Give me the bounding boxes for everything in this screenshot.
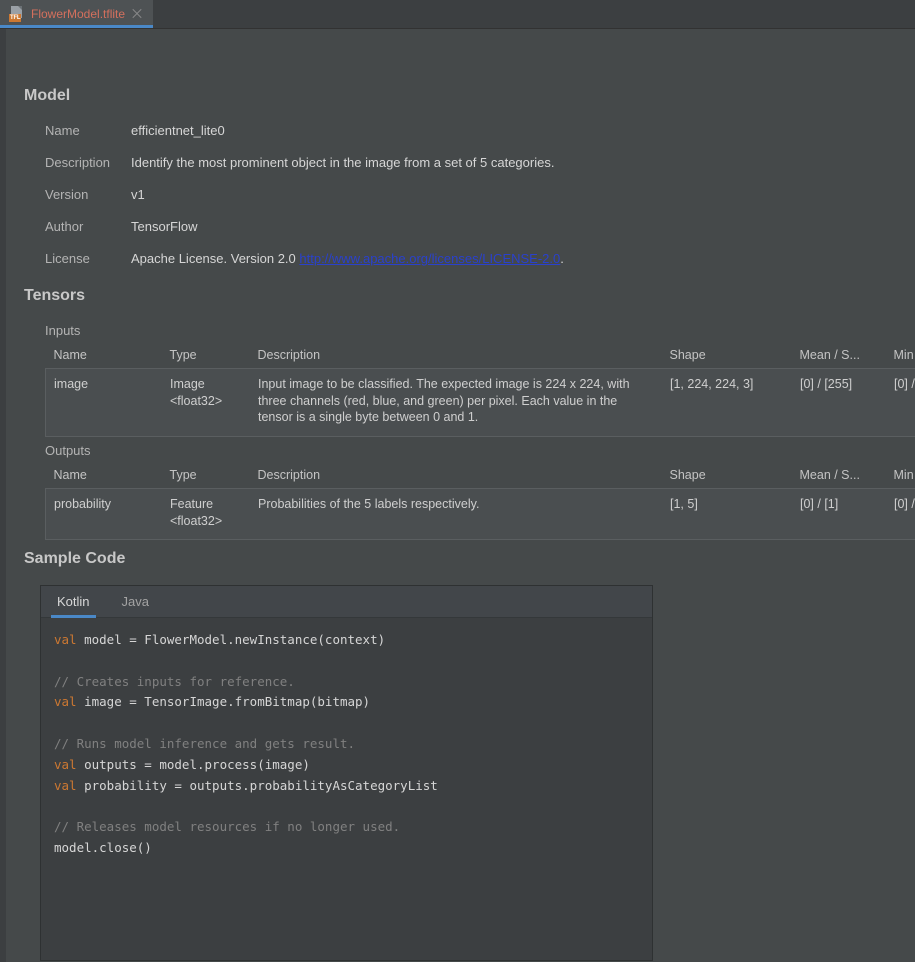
model-label-name: Name [6, 123, 131, 138]
column-header-type[interactable]: Type [162, 345, 250, 369]
close-icon[interactable] [131, 8, 143, 20]
sample-code-block[interactable]: val model = FlowerModel.newInstance(cont… [41, 618, 652, 960]
outputs-caption: Outputs [45, 443, 915, 458]
table-row[interactable]: image Image <float32> Input image to be … [46, 369, 915, 437]
outputs-table-header-row: Name Type Description Shape Mean / S... … [46, 465, 915, 489]
cell-type: Image <float32> [162, 369, 250, 437]
tflite-badge-label: TFL [9, 14, 21, 22]
cell-min-max: [0] / [1] [886, 489, 915, 540]
outputs-table-block: Outputs Name Type Description Shape Mean… [45, 443, 915, 540]
tab-java[interactable]: Java [106, 586, 165, 617]
column-header-mean-std[interactable]: Mean / S... [792, 465, 886, 489]
cell-mean-std: [0] / [1] [792, 489, 886, 540]
cell-description: Probabilities of the 5 labels respective… [250, 489, 662, 540]
model-value-license: Apache License. Version 2.0 http://www.a… [131, 251, 564, 266]
inputs-caption: Inputs [45, 323, 915, 338]
editor-tab-flowermodel[interactable]: TFL FlowerModel.tflite [0, 0, 153, 28]
inputs-table-header-row: Name Type Description Shape Mean / S... … [46, 345, 915, 369]
model-label-description: Description [6, 155, 131, 170]
editor-tab-title: FlowerModel.tflite [31, 7, 125, 21]
editor-tab-bar: TFL FlowerModel.tflite [0, 0, 915, 29]
license-suffix-text: . [560, 251, 564, 266]
cell-min-max: [0] / [1] [886, 369, 915, 437]
cell-mean-std: [0] / [255] [792, 369, 886, 437]
tflite-file-icon: TFL [9, 6, 25, 22]
model-value-version: v1 [131, 187, 145, 202]
column-header-min-max[interactable]: Min / ... [886, 345, 915, 369]
column-header-name[interactable]: Name [46, 345, 162, 369]
column-header-type[interactable]: Type [162, 465, 250, 489]
sample-code-panel: Kotlin Java val model = FlowerModel.newI… [40, 585, 653, 961]
tab-java-label: Java [122, 594, 149, 609]
section-title-model: Model [24, 87, 70, 105]
model-row-version: Version v1 [6, 187, 915, 219]
inputs-table-block: Inputs Name Type Description Shape Mean … [45, 323, 915, 437]
license-prefix-text: Apache License. Version 2.0 [131, 251, 299, 266]
column-header-name[interactable]: Name [46, 465, 162, 489]
tab-kotlin[interactable]: Kotlin [41, 586, 106, 617]
column-header-shape[interactable]: Shape [662, 465, 792, 489]
column-header-shape[interactable]: Shape [662, 345, 792, 369]
cell-description: Input image to be classified. The expect… [250, 369, 662, 437]
column-header-description[interactable]: Description [250, 345, 662, 369]
column-header-min-max[interactable]: Min / ... [886, 465, 915, 489]
column-header-mean-std[interactable]: Mean / S... [792, 345, 886, 369]
outputs-table: Name Type Description Shape Mean / S... … [45, 465, 915, 540]
model-label-license: License [6, 251, 131, 266]
cell-shape: [1, 5] [662, 489, 792, 540]
cell-shape: [1, 224, 224, 3] [662, 369, 792, 437]
model-label-author: Author [6, 219, 131, 234]
cell-name: image [46, 369, 162, 437]
section-title-tensors: Tensors [24, 287, 85, 305]
model-properties-list: Name efficientnet_lite0 Description Iden… [6, 123, 915, 283]
model-value-name: efficientnet_lite0 [131, 123, 225, 138]
model-row-author: Author TensorFlow [6, 219, 915, 251]
cell-type: Feature <float32> [162, 489, 250, 540]
sample-code-tab-bar: Kotlin Java [41, 586, 652, 618]
model-value-description: Identify the most prominent object in th… [131, 155, 554, 170]
model-row-license: License Apache License. Version 2.0 http… [6, 251, 915, 283]
model-label-version: Version [6, 187, 131, 202]
table-row[interactable]: probability Feature <float32> Probabilit… [46, 489, 915, 540]
model-viewer-page: Model Name efficientnet_lite0 Descriptio… [0, 29, 915, 962]
section-title-sample-code: Sample Code [24, 550, 125, 568]
cell-name: probability [46, 489, 162, 540]
inputs-table: Name Type Description Shape Mean / S... … [45, 345, 915, 437]
model-value-author: TensorFlow [131, 219, 197, 234]
tab-kotlin-label: Kotlin [57, 594, 90, 609]
model-row-name: Name efficientnet_lite0 [6, 123, 915, 155]
model-viewer-content: Model Name efficientnet_lite0 Descriptio… [6, 29, 915, 962]
model-row-description: Description Identify the most prominent … [6, 155, 915, 187]
license-link[interactable]: http://www.apache.org/licenses/LICENSE-2… [299, 251, 560, 266]
column-header-description[interactable]: Description [250, 465, 662, 489]
